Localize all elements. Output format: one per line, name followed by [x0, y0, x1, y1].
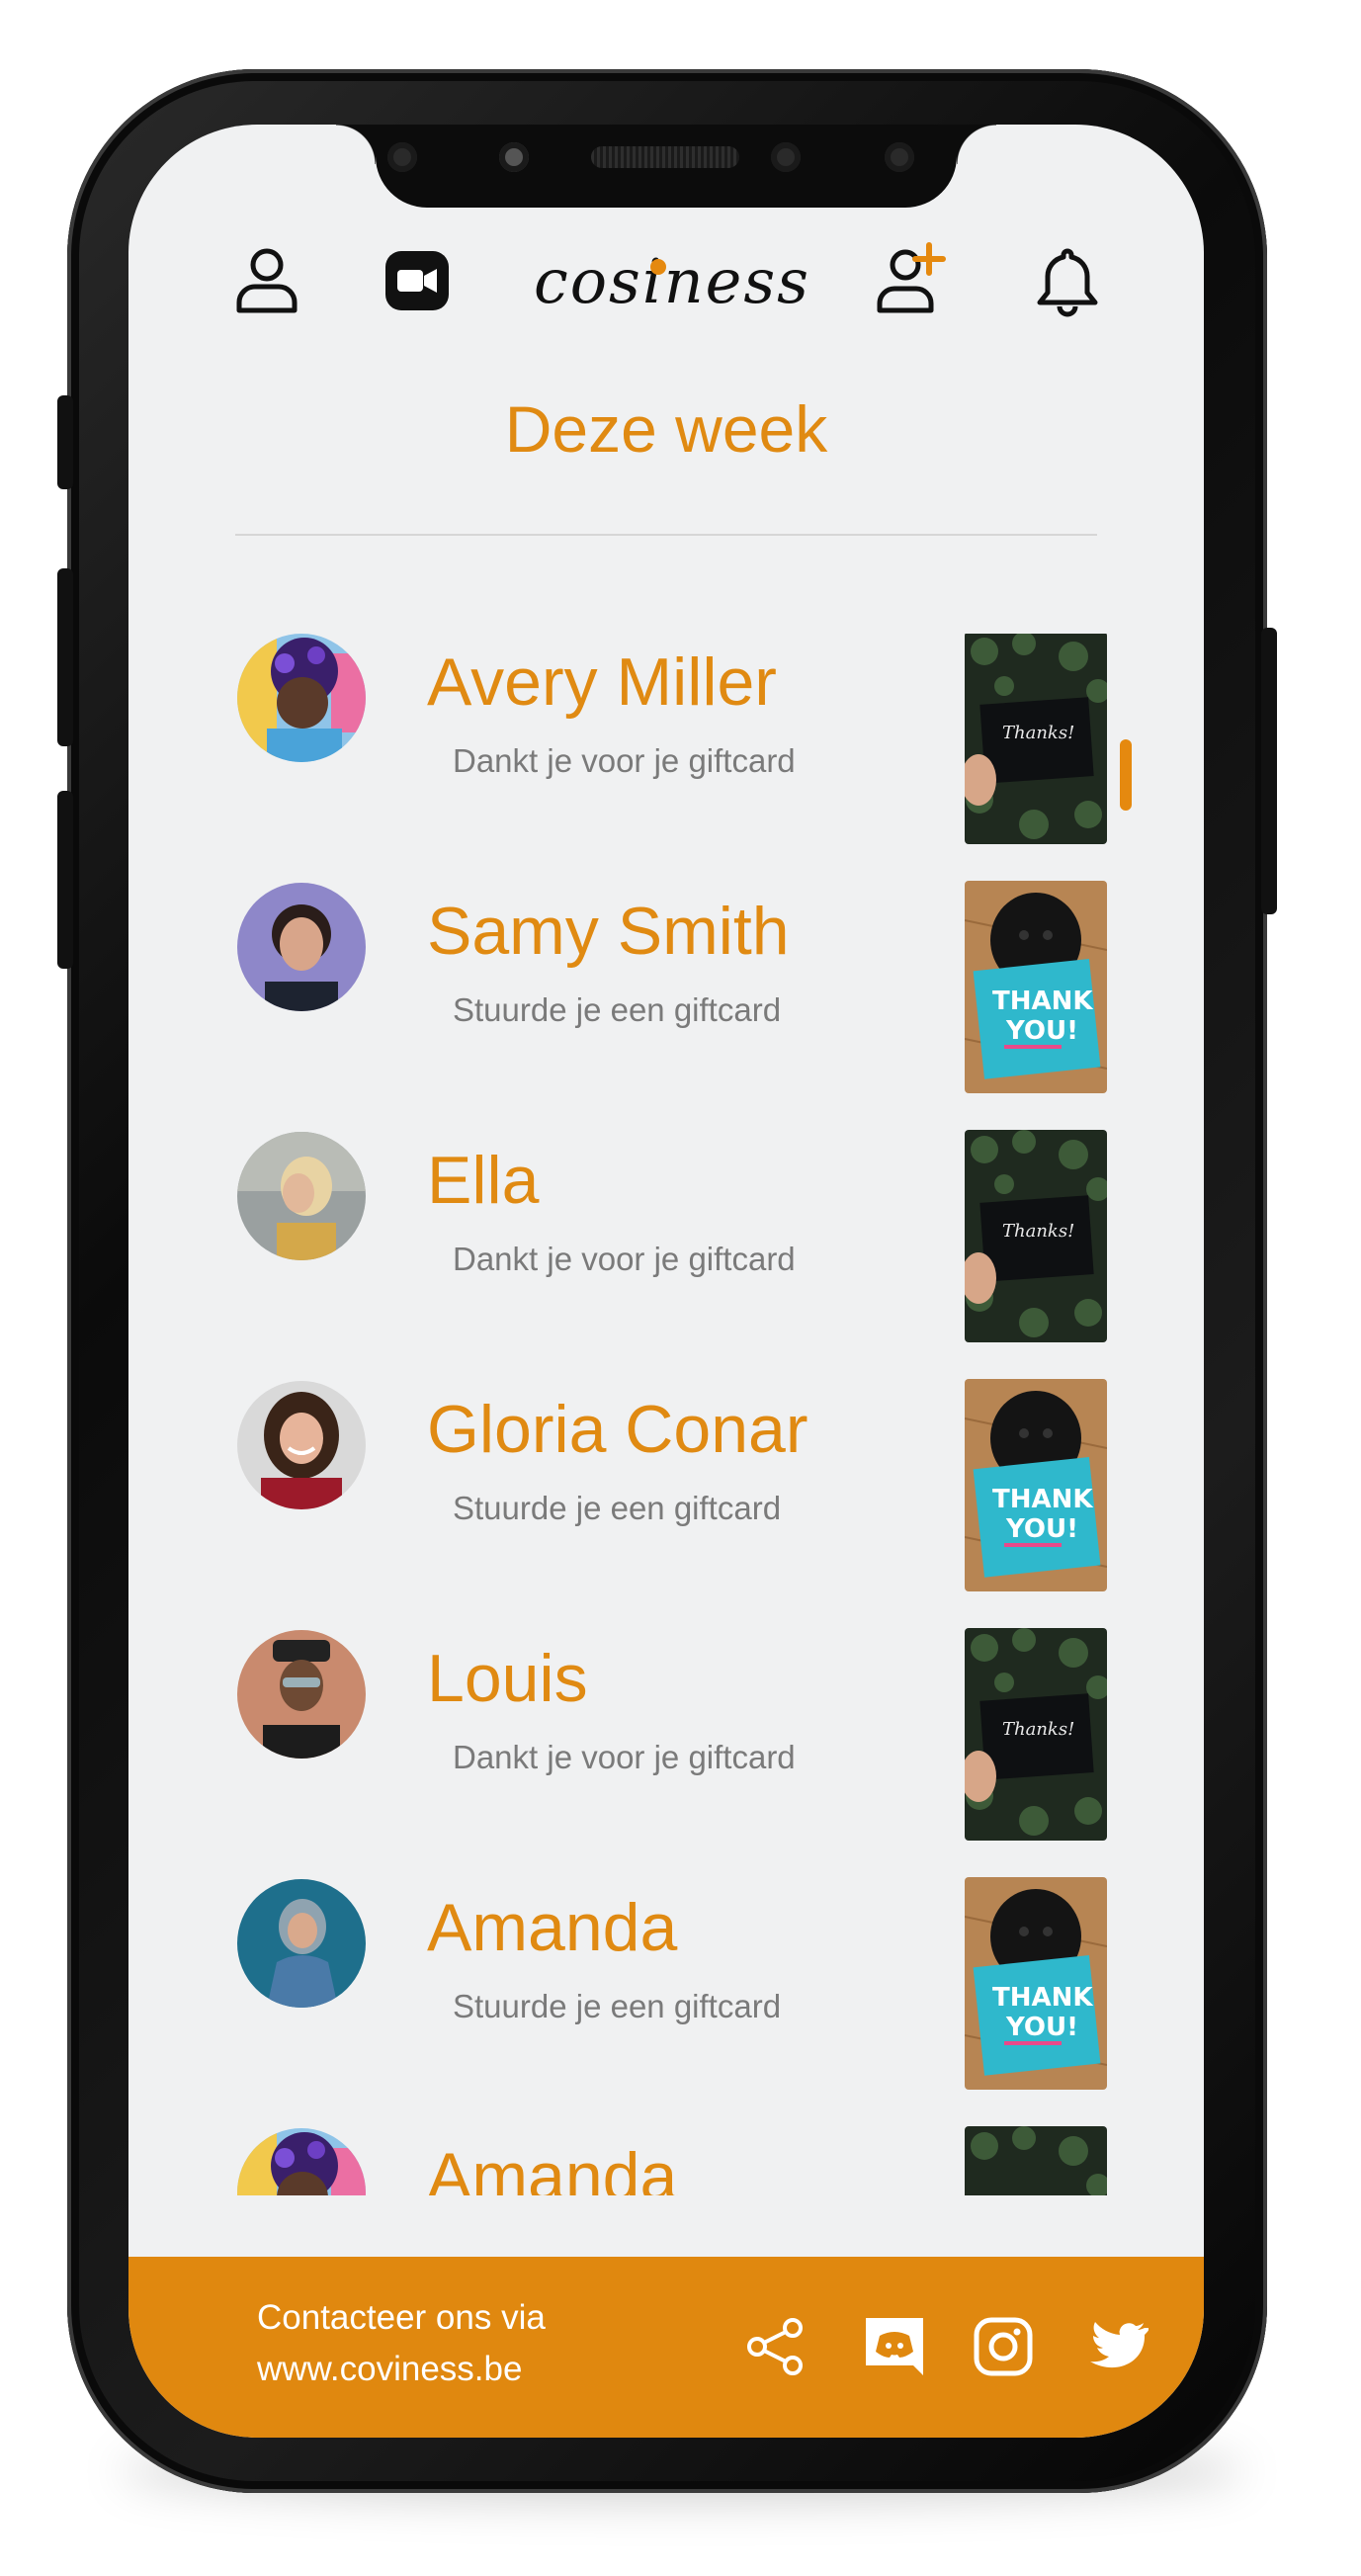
avatar [237, 1381, 366, 1509]
profile-icon[interactable] [227, 241, 306, 320]
thank-you-card-thumbnail[interactable]: THANK YOU! [965, 1379, 1107, 1591]
avatar [237, 2128, 366, 2195]
friend-name[interactable]: Amanda [427, 2138, 677, 2195]
friend-name[interactable]: Amanda [427, 1889, 677, 1966]
thanks-card-thumbnail[interactable]: Thanks! [965, 1628, 1107, 1841]
sensor-icon [885, 142, 914, 172]
friend-name[interactable]: Samy Smith [427, 893, 790, 970]
twitter-icon[interactable] [1083, 2314, 1149, 2379]
discord-icon[interactable] [862, 2314, 927, 2379]
svg-text:Thanks!: Thanks! [1002, 1719, 1074, 1740]
page-title: Deze week [504, 392, 828, 466]
sensor-icon [499, 142, 529, 172]
footer: Contacteer ons via www.coviness.be [128, 2257, 1204, 2438]
avatar [237, 634, 366, 762]
add-user-icon[interactable] [872, 241, 951, 320]
video-call-icon[interactable] [378, 241, 457, 320]
activity-message: Stuurde je een giftcard [453, 1490, 782, 1526]
activity-message: Dankt je voor je giftcard [453, 742, 796, 779]
phone-notch [336, 125, 996, 208]
mute-switch [57, 395, 73, 489]
divider [235, 534, 1097, 536]
list-item[interactable]: Amanda Stuurde je een giftcard THANK YOU! [128, 1877, 1204, 2097]
instagram-icon[interactable] [971, 2314, 1036, 2379]
friend-name[interactable]: Gloria Conar [427, 1391, 808, 1468]
contact-text: Contacteer ons via www.coviness.be [257, 2292, 546, 2395]
activity-message: Dankt je voor je giftcard [453, 1241, 796, 1277]
speaker-grille [591, 146, 739, 168]
bell-icon[interactable] [1028, 241, 1107, 320]
thanks-card-thumbnail[interactable]: Thanks! [965, 1130, 1107, 1342]
activity-message: Stuurde je een giftcard [453, 1988, 782, 2024]
thanks-card-thumbnail[interactable]: Thanks! [965, 634, 1107, 844]
activity-feed[interactable]: Avery Miller Dankt je voor je giftcard T… [128, 634, 1204, 2195]
svg-text:THANK: THANK [992, 987, 1093, 1016]
thank-you-card-thumbnail[interactable]: THANK YOU! [965, 881, 1107, 1093]
list-item[interactable]: Louis Dankt je voor je giftcard Thanks! [128, 1628, 1204, 1847]
svg-text:YOU!: YOU! [1005, 1514, 1078, 1544]
sensor-icon [387, 142, 417, 172]
friend-name[interactable]: Ella [427, 1142, 539, 1219]
friend-name[interactable]: Louis [427, 1640, 588, 1717]
svg-text:THANK: THANK [992, 1485, 1093, 1514]
list-item[interactable]: Avery Miller Dankt je voor je giftcard T… [128, 634, 1204, 851]
svg-text:Thanks!: Thanks! [1002, 1221, 1074, 1242]
scrollbar-thumb[interactable] [1120, 739, 1132, 811]
list-item[interactable]: Samy Smith Stuurde je een giftcard THANK… [128, 881, 1204, 1100]
activity-message: Dankt je voor je giftcard [453, 1739, 796, 1775]
list-item[interactable]: Amanda [128, 2126, 1204, 2195]
svg-text:YOU!: YOU! [1005, 2013, 1078, 2042]
share-icon[interactable] [743, 2314, 808, 2379]
top-navigation: cosiness [128, 241, 1204, 370]
logo-accent-dot [650, 259, 666, 275]
avatar [237, 1132, 366, 1260]
website-link[interactable]: www.coviness.be [257, 2344, 546, 2395]
contact-label: Contacteer ons via [257, 2298, 546, 2337]
app-screen: cosiness Deze week Avery Miller Dankt je… [128, 125, 1204, 2438]
front-camera-icon [771, 142, 801, 172]
svg-text:THANK: THANK [992, 1983, 1093, 2013]
thank-you-card-thumbnail[interactable]: THANK YOU! [965, 1877, 1107, 2090]
svg-text:Thanks!: Thanks! [1002, 723, 1074, 743]
thanks-card-thumbnail[interactable] [965, 2126, 1107, 2195]
volume-down-button [57, 791, 73, 969]
list-item[interactable]: Ella Dankt je voor je giftcard Thanks! [128, 1130, 1204, 1349]
svg-text:YOU!: YOU! [1005, 1016, 1078, 1046]
avatar [237, 1630, 366, 1759]
list-item[interactable]: Gloria Conar Stuurde je een giftcard THA… [128, 1379, 1204, 1598]
logo-text: cosiness [534, 245, 810, 317]
activity-message: Stuurde je een giftcard [453, 991, 782, 1028]
avatar [237, 1879, 366, 2008]
avatar [237, 883, 366, 1011]
app-logo[interactable]: cosiness [534, 245, 830, 324]
volume-up-button [57, 568, 73, 746]
friend-name[interactable]: Avery Miller [427, 644, 777, 721]
power-button [1261, 628, 1277, 914]
